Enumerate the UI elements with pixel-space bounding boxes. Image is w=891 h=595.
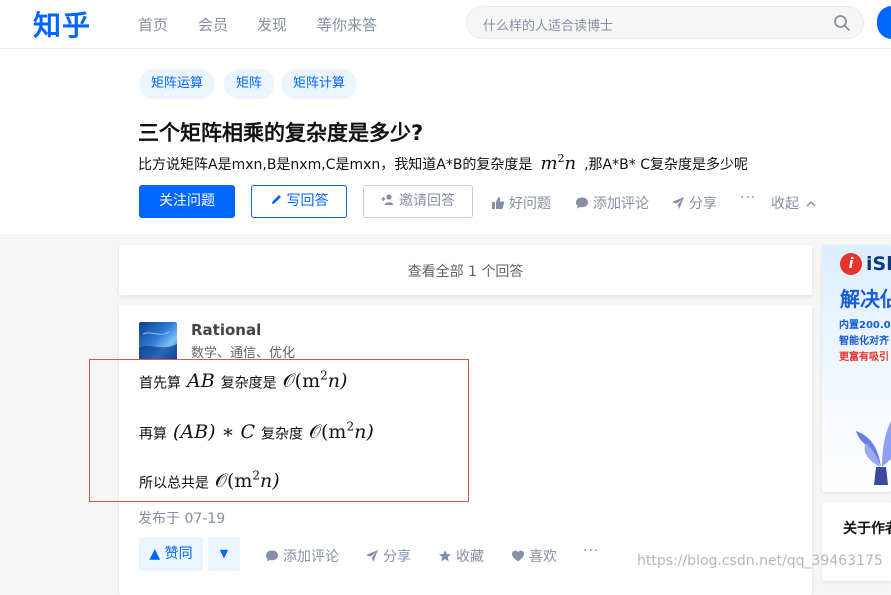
search-placeholder: 什么样的人适合读博士 — [483, 19, 614, 34]
ad-text-line: 智能化对齐 — [839, 336, 889, 347]
good-question-button[interactable]: 好问题 — [491, 193, 551, 213]
answer-comment-button[interactable]: 添加评论 — [265, 546, 339, 566]
avatar-image — [139, 331, 177, 360]
upvote-button[interactable]: ▲ 赞同 — [139, 537, 203, 571]
share-icon — [366, 550, 378, 562]
heart-icon — [512, 550, 524, 562]
more-options-button[interactable]: ··· — [740, 190, 756, 206]
ad-text-line: 内置200.0 — [839, 320, 891, 331]
nav-item-discover[interactable]: 发现 — [257, 14, 287, 35]
search-icon[interactable] — [833, 14, 851, 32]
topic-tag[interactable]: 矩阵计算 — [281, 69, 358, 99]
zhihu-logo[interactable]: 知乎 — [33, 4, 91, 44]
answer-line: 再算 (AB) ∗ C 复杂度 𝒪(m2n) — [139, 420, 374, 444]
add-user-icon — [381, 194, 394, 205]
chevron-up-icon — [806, 200, 816, 207]
nav-item-membership[interactable]: 会员 — [198, 14, 228, 35]
answer-share-button[interactable]: 分享 — [365, 546, 411, 566]
about-author-card — [822, 502, 891, 581]
share-button[interactable]: 分享 — [671, 193, 717, 213]
ask-question-button[interactable] — [877, 6, 891, 39]
ad-logo-icon: i — [840, 253, 862, 275]
answer-line: 首先算 AB 复杂度是 𝒪(m2n) — [139, 369, 348, 393]
nav-item-home[interactable]: 首页 — [138, 14, 168, 35]
question-description: 比方说矩阵A是mxn,B是nxm,C是mxn，我知道A*B的复杂度是 m2n ,那A… — [138, 152, 748, 174]
collapse-button[interactable]: 收起 — [771, 193, 817, 213]
star-icon — [439, 550, 451, 562]
search-input[interactable]: 什么样的人适合读博士 — [466, 6, 864, 39]
watermark: https://blog.csdn.net/qq_39463175 — [637, 553, 883, 569]
author-name[interactable]: Rational — [191, 321, 261, 339]
comment-icon — [576, 197, 588, 209]
view-all-answers-link[interactable]: 查看全部 1 个回答 — [119, 261, 812, 281]
answer-line: 所以总共是 𝒪(m2n) — [139, 469, 280, 493]
description-text: ,那A*B* C复杂度是多少呢 — [584, 157, 748, 173]
view-all-answers-card[interactable]: 查看全部 1 个回答 — [119, 245, 812, 295]
top-navigation-bar: 知乎 首页 会员 发现 等你来答 什么样的人适合读博士 — [0, 0, 891, 49]
ad-text-line: 更富有吸引 — [839, 352, 889, 363]
description-text: 比方说矩阵A是mxn,B是nxm,C是mxn，我知道A*B的复杂度是 — [138, 157, 533, 173]
nav-item-waiting-answers[interactable]: 等你来答 — [317, 14, 377, 35]
answer-more-button[interactable]: ··· — [583, 543, 599, 559]
write-answer-button[interactable]: 写回答 — [251, 185, 347, 218]
avatar[interactable] — [139, 322, 177, 360]
comment-icon — [266, 550, 278, 562]
publish-date: 发布于 07-19 — [138, 511, 226, 527]
ad-brand: iSl — [866, 253, 891, 275]
topic-tag[interactable]: 矩阵 — [224, 69, 275, 99]
share-icon — [672, 197, 684, 209]
thumbs-up-icon — [492, 197, 505, 209]
description-formula: m2n — [540, 152, 577, 174]
like-button[interactable]: 喜欢 — [511, 546, 557, 566]
about-author-title: 关于作者 — [843, 521, 891, 537]
question-title: 三个矩阵相乘的复杂度是多少? — [138, 121, 424, 145]
downvote-button[interactable]: ▼ — [208, 537, 240, 571]
follow-question-button[interactable]: 关注问题 — [139, 185, 235, 218]
ad-headline: 解决佔 — [840, 287, 891, 311]
topic-tag[interactable]: 矩阵运算 — [139, 69, 216, 99]
invite-answer-button[interactable]: 邀请回答 — [363, 185, 473, 218]
collect-button[interactable]: 收藏 — [438, 546, 484, 566]
pencil-icon — [271, 195, 281, 204]
add-comment-button[interactable]: 添加评论 — [575, 193, 649, 213]
